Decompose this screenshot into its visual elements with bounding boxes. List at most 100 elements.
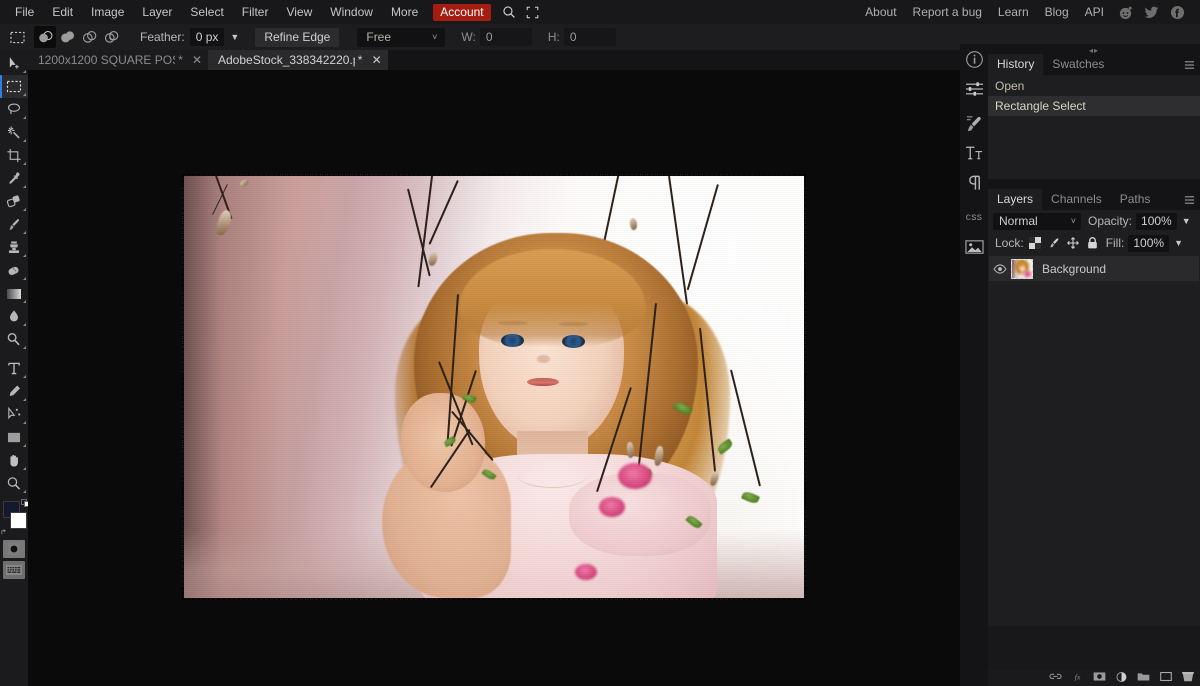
document-tab-1[interactable]: 1200x1200 SQUARE POST SP * ✕ [28,50,208,70]
menu-item-file[interactable]: File [6,0,43,24]
layer-row-background[interactable]: Background [989,256,1199,281]
background-color-swatch[interactable] [10,512,27,529]
add-mask-icon[interactable] [1093,672,1106,684]
link-layers-icon[interactable] [1049,672,1062,684]
fill-caret-icon[interactable]: ▼ [1174,238,1183,248]
feather-input[interactable]: 0 px [189,28,225,46]
selection-style-select[interactable]: Free ˅ [357,27,446,47]
add-to-selection-button[interactable] [56,26,78,48]
move-tool[interactable] [0,52,28,75]
image-icon[interactable] [960,232,988,262]
info-icon[interactable] [960,44,988,74]
close-icon[interactable]: ✕ [371,53,382,67]
pen-tool[interactable] [0,380,28,403]
intersect-selection-button[interactable] [100,26,122,48]
patch-tool[interactable] [0,190,28,213]
menu-item-image[interactable]: Image [82,0,133,24]
opacity-value[interactable]: 100% [1136,212,1177,230]
menu-item-view[interactable]: View [277,0,321,24]
right-panel-column: ◂▸ History Swatches Open Rectangle Selec… [988,44,1200,686]
shape-tool[interactable] [0,426,28,449]
dodge-tool[interactable] [0,328,28,351]
clone-stamp-tool[interactable] [0,236,28,259]
subtract-from-selection-button[interactable] [78,26,100,48]
history-item-open[interactable]: Open [988,76,1200,96]
account-button[interactable]: Account [433,3,491,21]
menu-item-more[interactable]: More [382,0,427,24]
type-tool[interactable] [0,357,28,380]
menu-item-select[interactable]: Select [181,0,232,24]
character-icon[interactable] [960,138,988,168]
close-icon[interactable]: ✕ [192,53,202,67]
refine-edge-button[interactable]: Refine Edge [255,27,340,47]
magic-wand-tool[interactable] [0,121,28,144]
history-panel-tabs: History Swatches [988,54,1200,75]
layer-effects-icon[interactable]: fx [1071,672,1084,684]
delete-layer-icon[interactable] [1181,672,1194,684]
gradient-tool[interactable] [0,282,28,305]
eyedropper-tool[interactable] [0,167,28,190]
fullscreen-icon[interactable] [521,0,545,24]
twitter-icon[interactable] [1138,0,1164,24]
svg-text:CSS: CSS [966,213,982,223]
chevron-down-icon: ˅ [1070,215,1076,226]
height-input[interactable]: 0 [563,28,616,46]
lock-all-icon[interactable] [1086,237,1099,250]
history-item-rectangle-select[interactable]: Rectangle Select [988,96,1200,116]
tab-swatches[interactable]: Swatches [1043,54,1113,75]
adjustments-icon[interactable] [960,74,988,104]
color-swatches[interactable] [0,499,30,537]
tab-layers[interactable]: Layers [988,189,1043,210]
zoom-tool[interactable] [0,472,28,495]
panel-menu-icon[interactable] [1182,192,1196,207]
blur-tool[interactable] [0,305,28,328]
panel-collapse-grip[interactable]: ◂▸ [988,44,1200,55]
menu-item-blog[interactable]: Blog [1037,0,1077,24]
lock-position-icon[interactable] [1067,237,1080,250]
menu-item-learn[interactable]: Learn [990,0,1037,24]
tab-paths[interactable]: Paths [1111,189,1160,210]
hand-tool[interactable] [0,449,28,472]
reddit-icon[interactable] [1112,0,1138,24]
facebook-icon[interactable] [1164,0,1190,24]
adjustment-layer-icon[interactable] [1115,672,1128,684]
fill-value[interactable]: 100% [1128,234,1170,252]
search-icon[interactable] [497,0,521,24]
menu-item-filter[interactable]: Filter [233,0,278,24]
menu-item-window[interactable]: Window [321,0,382,24]
new-group-icon[interactable] [1137,672,1150,684]
brush-settings-icon[interactable] [960,108,988,138]
document-canvas[interactable] [182,174,806,600]
menu-item-about[interactable]: About [857,0,904,24]
panel-menu-icon[interactable] [1182,57,1196,72]
new-layer-icon[interactable] [1159,672,1172,684]
eraser-tool[interactable] [0,259,28,282]
layers-panel-grip[interactable] [988,179,1200,189]
quick-mask-button[interactable] [3,540,25,558]
eye-icon[interactable] [989,263,1011,274]
feather-caret-icon[interactable]: ▼ [230,32,239,42]
opacity-caret-icon[interactable]: ▼ [1182,216,1191,226]
swap-colors-icon[interactable] [1,529,8,536]
lock-transparency-icon[interactable] [1029,237,1042,250]
menu-item-api[interactable]: API [1077,0,1112,24]
brush-tool[interactable] [0,213,28,236]
menu-item-edit[interactable]: Edit [43,0,82,24]
tab-channels[interactable]: Channels [1042,189,1111,210]
tab-history[interactable]: History [988,54,1044,75]
path-select-tool[interactable] [0,403,28,426]
blend-mode-select[interactable]: Normal ˅ [993,212,1081,230]
menu-item-layer[interactable]: Layer [133,0,181,24]
document-tab-2[interactable]: AdobeStock_338342220.psd * ✕ [208,50,388,70]
keyboard-shortcuts-button[interactable] [3,561,25,579]
lock-pixels-icon[interactable] [1048,237,1061,250]
crop-tool[interactable] [0,144,28,167]
new-selection-button[interactable] [34,26,56,48]
css-icon[interactable]: CSS [960,202,988,232]
canvas-area[interactable] [28,70,960,686]
paragraph-icon[interactable] [960,168,988,198]
lasso-tool[interactable] [0,98,28,121]
menu-item-report-a-bug[interactable]: Report a bug [905,0,990,24]
width-input[interactable]: 0 [479,28,532,46]
rectangle-select-tool[interactable] [0,75,28,98]
